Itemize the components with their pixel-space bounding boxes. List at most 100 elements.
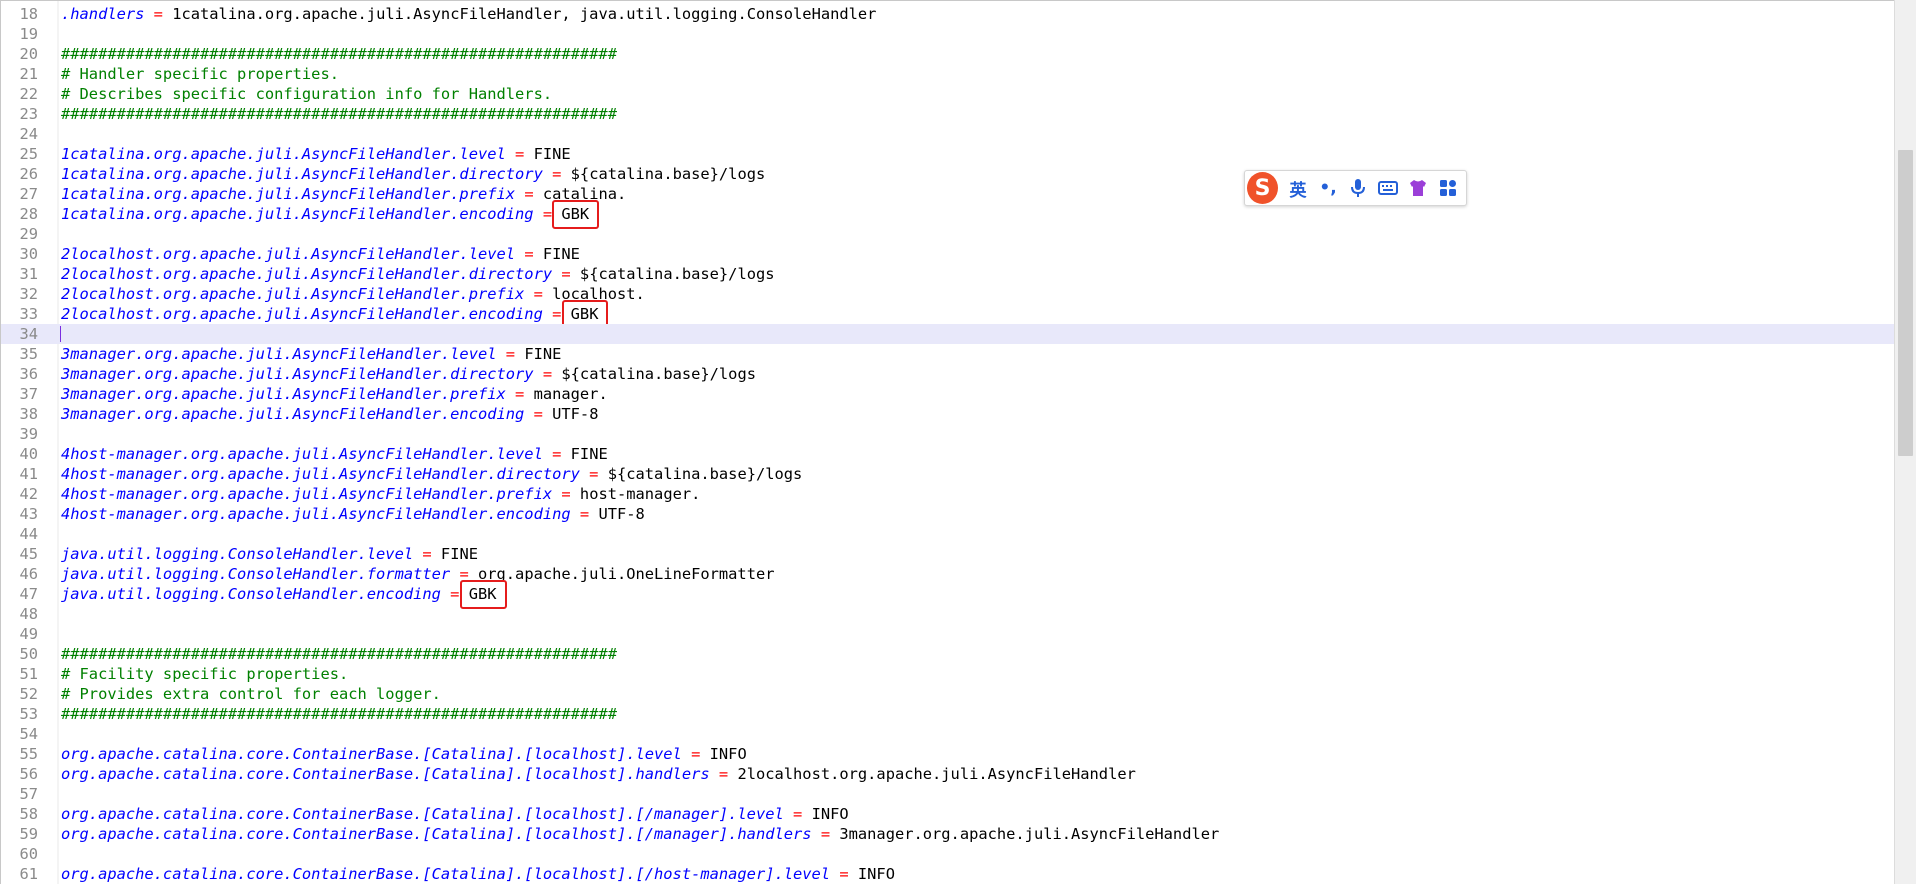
code-line[interactable]: 53 ######################################…	[1, 704, 1894, 724]
line-content: org.apache.catalina.core.ContainerBase.[…	[61, 804, 849, 824]
code-line[interactable]: 49	[1, 624, 1894, 644]
highlighted-value: GBK	[552, 200, 599, 229]
comment-text: ########################################…	[61, 645, 617, 663]
line-number: 24	[19, 125, 38, 143]
code-line[interactable]: 48	[1, 604, 1894, 624]
property-value: FINE	[570, 445, 608, 463]
code-line[interactable]: 44	[1, 524, 1894, 544]
assignment-operator: =	[413, 545, 441, 563]
line-content: # Provides extra control for each logger…	[61, 684, 441, 704]
line-content: 2localhost.org.apache.juli.AsyncFileHand…	[61, 264, 775, 284]
code-line[interactable]: 21 # Handler specific properties.	[1, 64, 1894, 84]
comment-text: ########################################…	[61, 705, 617, 723]
code-line[interactable]: 19	[1, 24, 1894, 44]
code-line[interactable]: 32 2localhost.org.apache.juli.AsyncFileHa…	[1, 284, 1894, 304]
punctuation-toggle-button[interactable]: •,	[1316, 173, 1340, 203]
voice-input-button[interactable]	[1346, 173, 1370, 203]
soft-keyboard-button[interactable]	[1376, 173, 1400, 203]
line-number: 29	[19, 225, 38, 243]
line-content: ########################################…	[61, 44, 617, 64]
line-content: # Describes specific configuration info …	[61, 84, 552, 104]
code-line[interactable]: 33 2localhost.org.apache.juli.AsyncFileHa…	[1, 300, 1894, 329]
sogou-logo-icon[interactable]: S	[1247, 172, 1278, 204]
code-line[interactable]: 22 # Describes specific configuration inf…	[1, 84, 1894, 104]
skin-button[interactable]	[1406, 173, 1430, 203]
code-line[interactable]: 52 # Provides extra control for each logg…	[1, 684, 1894, 704]
line-number: 33	[19, 305, 38, 323]
line-content: ########################################…	[61, 644, 617, 664]
property-value: FINE	[542, 245, 580, 263]
editor-lines[interactable]: 18 .handlers = 1catalina.org.apache.juli.…	[1, 4, 1894, 884]
code-line[interactable]: 39	[1, 424, 1894, 444]
code-line[interactable]: 25 1catalina.org.apache.juli.AsyncFileHan…	[1, 144, 1894, 164]
code-line[interactable]: 40 4host-manager.org.apache.juli.AsyncFil…	[1, 444, 1894, 464]
code-line[interactable]: 26 1catalina.org.apache.juli.AsyncFileHan…	[1, 164, 1894, 184]
code-line[interactable]: 61 org.apache.catalina.core.ContainerBase…	[1, 864, 1894, 884]
line-number: 18	[19, 5, 38, 23]
line-number: 57	[19, 785, 38, 803]
assignment-operator: =	[570, 505, 599, 523]
code-line[interactable]: 35 3manager.org.apache.juli.AsyncFileHand…	[1, 344, 1894, 364]
code-line[interactable]: 28 1catalina.org.apache.juli.AsyncFileHan…	[1, 200, 1894, 229]
assignment-operator: =	[709, 765, 738, 783]
toolbox-button[interactable]	[1436, 173, 1460, 203]
code-line[interactable]: 50 ######################################…	[1, 644, 1894, 664]
code-line[interactable]: 18 .handlers = 1catalina.org.apache.juli.…	[1, 4, 1894, 24]
code-line[interactable]: 59 org.apache.catalina.core.ContainerBase…	[1, 824, 1894, 844]
code-line[interactable]: 46 java.util.logging.ConsoleHandler.forma…	[1, 564, 1894, 584]
line-number: 30	[19, 245, 38, 263]
property-key: java.util.logging.ConsoleHandler.formatt…	[61, 565, 451, 583]
line-number: 39	[19, 425, 38, 443]
code-line[interactable]: 47 java.util.logging.ConsoleHandler.encod…	[1, 580, 1894, 609]
property-key: org.apache.catalina.core.ContainerBase.[…	[61, 765, 710, 783]
assignment-operator: =	[542, 165, 571, 183]
code-line[interactable]: 24	[1, 124, 1894, 144]
line-content: org.apache.catalina.core.ContainerBase.[…	[61, 764, 1136, 784]
code-line[interactable]: 51 # Facility specific properties.	[1, 664, 1894, 684]
code-line[interactable]: 31 2localhost.org.apache.juli.AsyncFileHa…	[1, 264, 1894, 284]
vertical-scrollbar[interactable]	[1894, 0, 1916, 884]
code-line[interactable]: 20 ######################################…	[1, 44, 1894, 64]
code-line[interactable]: 56 org.apache.catalina.core.ContainerBase…	[1, 764, 1894, 784]
code-line[interactable]: 54	[1, 724, 1894, 744]
line-content: 3manager.org.apache.juli.AsyncFileHandle…	[61, 364, 756, 384]
line-number: 52	[19, 685, 38, 703]
code-line[interactable]: 43 4host-manager.org.apache.juli.AsyncFil…	[1, 504, 1894, 524]
line-number: 58	[19, 805, 38, 823]
code-line[interactable]: 60	[1, 844, 1894, 864]
line-number: 40	[19, 445, 38, 463]
code-line[interactable]: 58 org.apache.catalina.core.ContainerBase…	[1, 804, 1894, 824]
code-line[interactable]: 30 2localhost.org.apache.juli.AsyncFileHa…	[1, 244, 1894, 264]
code-line[interactable]: 29	[1, 224, 1894, 244]
line-number: 55	[19, 745, 38, 763]
code-line[interactable]: 41 4host-manager.org.apache.juli.AsyncFil…	[1, 464, 1894, 484]
assignment-operator: =	[505, 145, 534, 163]
line-number: 51	[19, 665, 38, 683]
highlighted-value: GBK	[459, 580, 507, 609]
property-value: INFO	[857, 865, 895, 883]
line-content: java.util.logging.ConsoleHandler.formatt…	[61, 564, 775, 584]
code-line[interactable]: 23 ######################################…	[1, 104, 1894, 124]
code-line[interactable]: 27 1catalina.org.apache.juli.AsyncFileHan…	[1, 184, 1894, 204]
property-key: 1catalina.org.apache.juli.AsyncFileHandl…	[61, 165, 543, 183]
code-line[interactable]: 38 3manager.org.apache.juli.AsyncFileHand…	[1, 404, 1894, 424]
code-line[interactable]: 55 org.apache.catalina.core.ContainerBase…	[1, 744, 1894, 764]
code-line[interactable]: 36 3manager.org.apache.juli.AsyncFileHand…	[1, 364, 1894, 384]
keyboard-icon	[1378, 180, 1398, 196]
property-key: 2localhost.org.apache.juli.AsyncFileHand…	[61, 245, 516, 263]
code-editor[interactable]: 18 .handlers = 1catalina.org.apache.juli.…	[0, 0, 1894, 884]
code-line[interactable]: 37 3manager.org.apache.juli.AsyncFileHand…	[1, 384, 1894, 404]
line-number: 20	[19, 45, 38, 63]
code-line[interactable]: 34	[1, 324, 1894, 344]
scrollbar-thumb[interactable]	[1898, 150, 1913, 456]
comment-text: # Provides extra control for each logger…	[61, 685, 441, 703]
code-line[interactable]: 45 java.util.logging.ConsoleHandler.level…	[1, 544, 1894, 564]
line-number: 37	[19, 385, 38, 403]
property-key: org.apache.catalina.core.ContainerBase.[…	[61, 805, 784, 823]
code-line[interactable]: 57	[1, 784, 1894, 804]
line-content: 3manager.org.apache.juli.AsyncFileHandle…	[61, 384, 608, 404]
language-toggle-button[interactable]: 英	[1286, 173, 1310, 203]
code-line[interactable]: 42 4host-manager.org.apache.juli.AsyncFil…	[1, 484, 1894, 504]
assignment-operator: =	[505, 385, 534, 403]
assignment-operator: =	[552, 265, 580, 283]
